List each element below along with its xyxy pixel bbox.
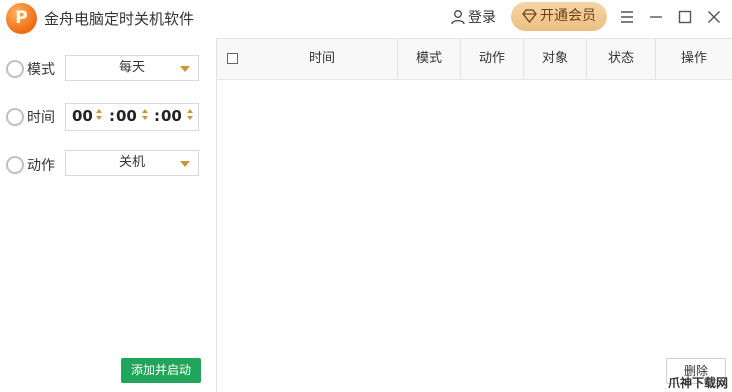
select-all-checkbox[interactable] — [227, 53, 238, 64]
close-icon — [708, 11, 720, 23]
mode-row-label: 模式 — [6, 59, 55, 79]
column-header-mode[interactable]: 模式 — [397, 39, 460, 79]
vip-button[interactable]: 开通会员 — [511, 2, 607, 31]
time-row-label: 时间 — [6, 107, 55, 127]
maximize-icon — [678, 10, 692, 24]
app-title: 金舟电脑定时关机软件 — [44, 10, 195, 28]
column-header-status[interactable]: 状态 — [586, 39, 655, 79]
task-table: 时间 模式 动作 对象 状态 操作 删除 — [217, 38, 732, 392]
mode-label: 模式 — [27, 62, 55, 78]
login-label: 登录 — [468, 10, 496, 26]
down-arrow-icon — [96, 116, 102, 120]
chevron-down-icon — [180, 161, 190, 167]
seconds-stepper[interactable] — [187, 108, 195, 126]
table-header: 时间 模式 动作 对象 状态 操作 — [217, 38, 732, 80]
action-select[interactable]: 关机 — [65, 150, 199, 176]
user-icon — [451, 10, 465, 25]
up-arrow-icon — [187, 109, 193, 113]
diamond-icon — [522, 9, 537, 24]
seconds-field[interactable]: 00 — [161, 107, 182, 125]
menu-button[interactable] — [618, 8, 636, 26]
time-separator: : — [109, 107, 115, 125]
up-arrow-icon — [142, 109, 148, 113]
hours-field[interactable]: 00 — [72, 107, 93, 125]
vip-label: 开通会员 — [540, 8, 596, 24]
action-icon — [6, 156, 24, 174]
minimize-icon — [650, 16, 662, 18]
action-value: 关机 — [118, 155, 145, 170]
time-label: 时间 — [27, 110, 55, 126]
column-header-time[interactable]: 时间 — [247, 39, 397, 79]
column-header-action[interactable]: 动作 — [460, 39, 523, 79]
hours-stepper[interactable] — [96, 108, 104, 126]
mode-select[interactable]: 每天 — [65, 55, 199, 81]
app-logo: P — [6, 3, 37, 34]
watermark: 爪神下载网 — [667, 376, 728, 390]
add-and-start-button[interactable]: 添加并启动 — [121, 358, 201, 383]
logo-letter: P — [15, 8, 28, 28]
down-arrow-icon — [187, 116, 193, 120]
timer-icon — [6, 108, 24, 126]
down-arrow-icon — [142, 116, 148, 120]
time-separator: : — [154, 107, 160, 125]
up-arrow-icon — [96, 109, 102, 113]
settings-panel: 模式 每天 时间 00 : 00 : 00 动作 关机 添加并启动 — [0, 38, 217, 392]
action-row-label: 动作 — [6, 155, 55, 175]
minimize-button[interactable] — [647, 8, 665, 26]
close-button[interactable] — [705, 8, 723, 26]
title-bar: P 金舟电脑定时关机软件 登录 开通会员 — [0, 0, 732, 38]
minutes-stepper[interactable] — [142, 108, 150, 126]
clock-icon — [6, 60, 24, 78]
chevron-down-icon — [180, 66, 190, 72]
column-header-target[interactable]: 对象 — [523, 39, 586, 79]
login-button[interactable]: 登录 — [450, 6, 496, 30]
minutes-field[interactable]: 00 — [116, 107, 137, 125]
action-label: 动作 — [27, 158, 55, 174]
maximize-button[interactable] — [676, 8, 694, 26]
column-header-operation[interactable]: 操作 — [655, 39, 732, 79]
menu-icon — [621, 11, 633, 23]
mode-value: 每天 — [118, 60, 145, 75]
time-input: 00 : 00 : 00 — [65, 103, 199, 131]
